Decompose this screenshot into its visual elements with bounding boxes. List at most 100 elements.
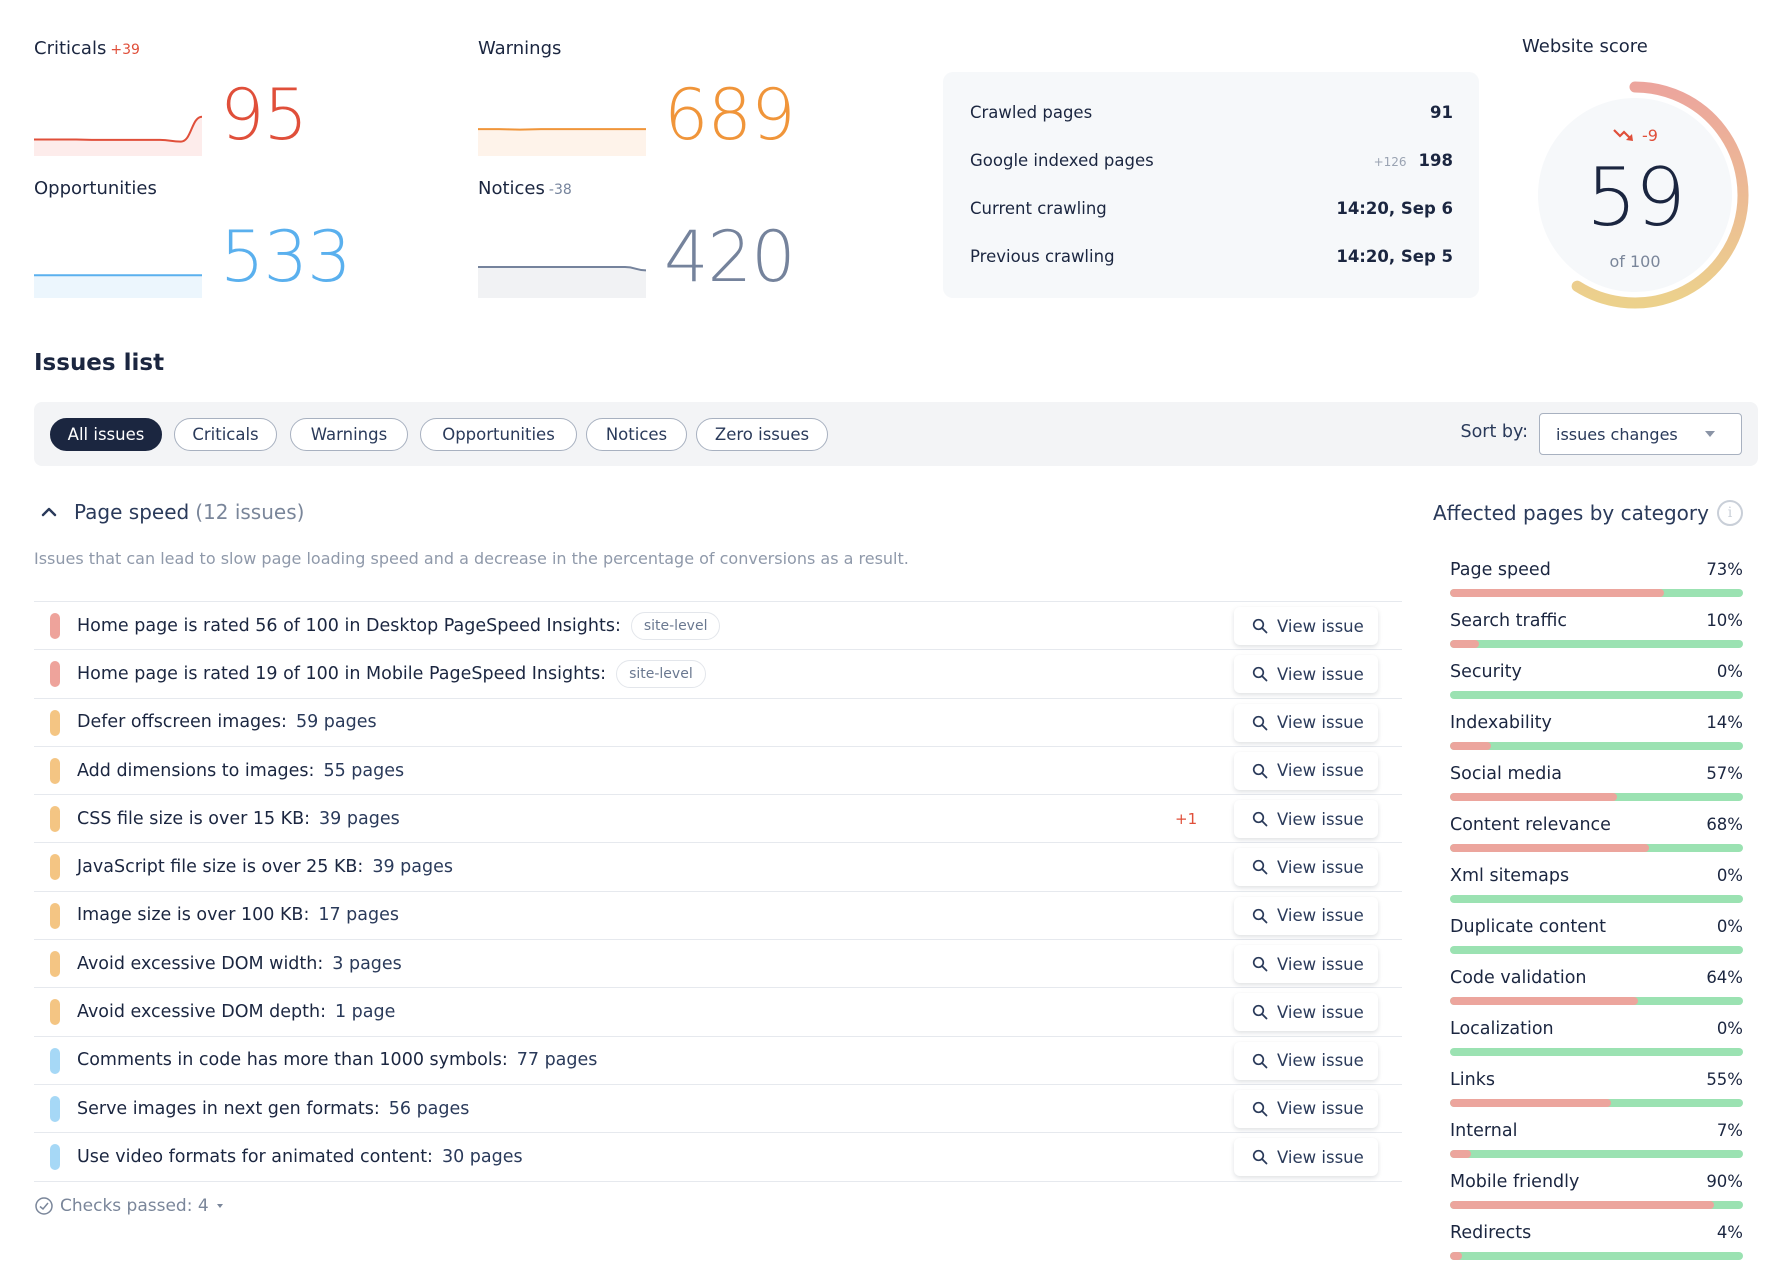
view-issue-button[interactable]: View issue [1234,751,1378,790]
category-row[interactable]: Xml sitemaps 0% [1442,862,1743,913]
issue-row[interactable]: Use video formats for animated content: 3… [34,1133,1402,1182]
issue-row[interactable]: Add dimensions to images: 55 pages View is… [34,747,1402,796]
category-row[interactable]: Social media 57% [1442,760,1743,811]
issue-pages-count[interactable]: 55 pages [323,761,404,781]
category-percent: 68% [1706,815,1743,834]
view-issue-button[interactable]: View issue [1234,655,1378,694]
issue-pages-count[interactable]: 3 pages [332,954,402,974]
stats-row-google-indexed: Google indexed pages +126 198 [970,148,1453,172]
view-issue-button[interactable]: View issue [1234,1138,1378,1177]
category-bar-fill [1450,1252,1462,1260]
category-row[interactable]: Localization 0% [1442,1015,1743,1066]
category-bar [1450,1252,1743,1260]
category-percent: 7% [1716,1121,1743,1140]
opportunities-sparkline [34,274,202,298]
metric-criticals-delta: +39 [110,42,140,58]
issue-row[interactable]: Image size is over 100 KB: 17 pages View i… [34,892,1402,941]
view-issue-button[interactable]: View issue [1234,800,1378,839]
view-issue-button[interactable]: View issue [1234,703,1378,742]
category-percent: 0% [1716,1019,1743,1038]
view-issue-button[interactable]: View issue [1234,1089,1378,1128]
view-issue-button[interactable]: View issue [1234,1041,1378,1080]
metric-opportunities[interactable]: Opportunities [34,178,157,199]
issue-pages-count[interactable]: 1 page [335,1002,395,1022]
stats-value-text: 14:20, Sep 5 [1336,246,1453,266]
view-issue-button[interactable]: View issue [1234,896,1378,935]
issue-pages-count[interactable]: 30 pages [442,1147,523,1167]
score-delta: -9 [1520,126,1750,145]
issue-row[interactable]: Avoid excessive DOM depth: 1 page View iss… [34,988,1402,1037]
search-icon [1252,1053,1268,1069]
filter-opportunities[interactable]: Opportunities [420,418,577,451]
issue-pages-count[interactable]: 59 pages [296,712,377,732]
group-page-speed-toggle[interactable]: Page speed (12 issues) [38,500,304,524]
issue-pages-count[interactable]: 77 pages [517,1050,598,1070]
filter-warnings[interactable]: Warnings [290,418,408,451]
category-percent: 14% [1706,713,1743,732]
category-row[interactable]: Content relevance 68% [1442,811,1743,862]
issue-title: Comments in code has more than 1000 symb… [77,1050,597,1070]
issues-filter-bar: All issues Criticals Warnings Opportunit… [34,402,1758,466]
filter-notices[interactable]: Notices [586,418,687,451]
category-name: Mobile friendly [1450,1172,1580,1192]
sparkline-area [478,267,646,298]
issue-text: Avoid excessive DOM width: [77,953,324,974]
category-bar [1450,1201,1743,1209]
stats-value: +126 198 [1374,151,1453,170]
notices-sparkline [478,266,646,298]
category-row[interactable]: Indexability 14% [1442,709,1743,760]
view-issue-button[interactable]: View issue [1234,607,1378,645]
filter-zero-issues[interactable]: Zero issues [696,418,828,451]
category-row[interactable]: Links 55% [1442,1066,1743,1117]
issue-pages-count[interactable]: 39 pages [372,857,453,877]
category-name: Code validation [1450,968,1587,988]
issue-text: Add dimensions to images: [77,760,315,781]
category-bar [1450,640,1743,648]
issue-text: Defer offscreen images: [77,712,287,733]
category-bar-fill [1450,742,1492,750]
issue-row[interactable]: Avoid excessive DOM width: 3 pages View is… [34,940,1402,989]
category-row[interactable]: Redirects 4% [1442,1219,1743,1264]
issue-row[interactable]: Comments in code has more than 1000 symb… [34,1037,1402,1085]
issue-delta: +1 [1175,809,1198,828]
category-row[interactable]: Mobile friendly 90% [1442,1168,1743,1219]
category-row[interactable]: Search traffic 10% [1442,607,1743,658]
issue-text: Image size is over 100 KB: [77,905,310,926]
view-issue-label: View issue [1277,954,1364,974]
checks-passed-label: Checks passed: 4 [60,1196,209,1216]
issue-pages-count[interactable]: 17 pages [318,905,399,925]
issue-row[interactable]: Home page is rated 19 of 100 in Mobile P… [34,650,1402,699]
category-row[interactable]: Page speed 73% [1442,556,1743,607]
metric-warnings[interactable]: Warnings [478,38,561,59]
issue-row[interactable]: Home page is rated 56 of 100 in Desktop … [34,602,1402,651]
filter-all-issues[interactable]: All issues [50,418,162,451]
view-issue-button[interactable]: View issue [1234,848,1378,887]
issue-row[interactable]: Serve images in next gen formats: 56 page… [34,1085,1402,1134]
metric-notices[interactable]: Notices -38 [478,178,572,199]
issue-row[interactable]: Defer offscreen images: 59 pages View issu… [34,699,1402,747]
category-percent: 73% [1706,560,1743,579]
issue-row[interactable]: CSS file size is over 15 KB: 39 pages +1 Vi… [34,795,1402,844]
category-row[interactable]: Internal 7% [1442,1117,1743,1168]
search-icon [1252,763,1268,779]
view-issue-button[interactable]: View issue [1234,945,1378,984]
stats-value: 14:20, Sep 5 [1324,247,1453,266]
stats-row-current-crawling: Current crawling 14:20, Sep 6 [970,196,1453,220]
filter-criticals[interactable]: Criticals [174,418,277,451]
view-issue-label: View issue [1277,616,1364,636]
search-icon [1252,667,1268,682]
issue-pages-count[interactable]: 39 pages [319,809,400,829]
issue-row[interactable]: JavaScript file size is over 25 KB: 39 pa… [34,843,1402,892]
checks-passed-toggle[interactable]: Checks passed: 4 [34,1196,223,1216]
category-row[interactable]: Duplicate content 0% [1442,913,1743,964]
category-row[interactable]: Code validation 64% [1442,964,1743,1015]
info-icon[interactable]: i [1716,500,1743,526]
category-percent: 90% [1706,1172,1743,1191]
metric-opportunities-value: 533 [220,216,352,298]
caret-down-icon [1705,431,1715,437]
sort-by-dropdown[interactable]: issues changes [1539,413,1742,455]
category-row[interactable]: Security 0% [1442,658,1743,709]
metric-criticals[interactable]: Criticals +39 [34,38,140,59]
issue-pages-count[interactable]: 56 pages [389,1099,470,1119]
view-issue-button[interactable]: View issue [1234,993,1378,1032]
